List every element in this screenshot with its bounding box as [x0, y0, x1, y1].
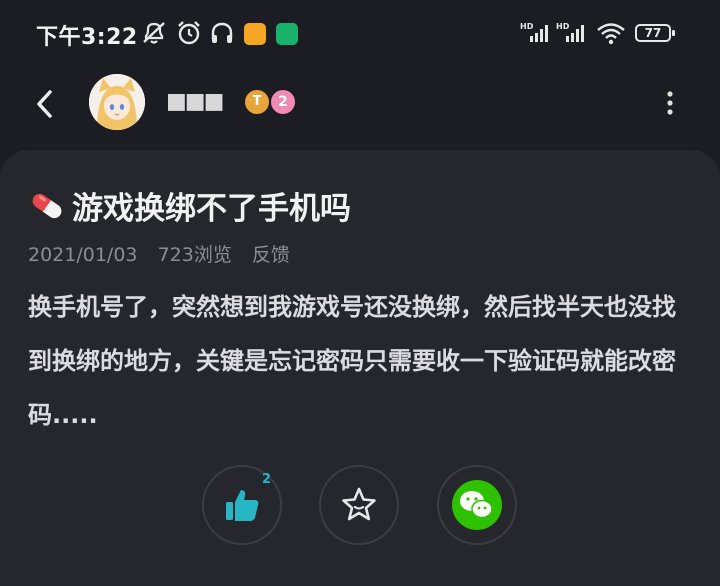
- level-badge: T: [245, 90, 269, 114]
- star-icon: [342, 487, 376, 521]
- avatar[interactable]: [89, 74, 145, 130]
- post-meta: 2021/01/03 723浏览 反馈: [28, 240, 304, 267]
- wifi-icon: [597, 23, 625, 45]
- post-date: 2021/01/03: [28, 244, 138, 266]
- mute-icon: [143, 22, 165, 44]
- post-body: 换手机号了，突然想到我游戏号还没换绑，然后找半天也没找到换绑的地方，关键是忘记密…: [28, 293, 676, 429]
- count-badge: 2: [271, 90, 295, 114]
- pill-icon: [32, 193, 62, 218]
- signal-1-icon: HD: [520, 22, 548, 42]
- post-header: ■■■ T 2: [0, 70, 720, 140]
- headphones-icon: [211, 22, 233, 43]
- alarm-icon: [178, 21, 200, 45]
- svg-text:HD: HD: [520, 22, 534, 31]
- signal-2-icon: HD: [556, 22, 584, 42]
- post-title: 游戏换绑不了手机吗: [28, 183, 351, 228]
- svg-text:HD: HD: [556, 22, 570, 31]
- status-bar: 下午3:22 HD HD 77: [0, 0, 720, 70]
- post-views: 723浏览: [157, 244, 232, 266]
- wechat-icon: [452, 480, 502, 530]
- like-count: 2: [262, 472, 272, 487]
- notes-app-icon: [244, 23, 266, 45]
- username[interactable]: ■■■: [166, 89, 224, 114]
- wechat-share-button[interactable]: [437, 465, 517, 545]
- battery-icon: 77: [635, 24, 675, 42]
- feedback-link[interactable]: 反馈: [252, 244, 290, 266]
- favorite-button[interactable]: [319, 465, 399, 545]
- thumbs-up-icon: [226, 490, 259, 521]
- post-title-text: 游戏换绑不了手机吗: [72, 191, 351, 227]
- back-icon[interactable]: [30, 84, 62, 124]
- more-icon[interactable]: [660, 88, 680, 118]
- security-app-icon: [276, 23, 298, 45]
- avatar-image: [89, 74, 145, 130]
- status-time: 下午3:22: [36, 25, 138, 50]
- post-card: 游戏换绑不了手机吗 2021/01/03 723浏览 反馈 换手机号了，突然想到…: [0, 150, 720, 586]
